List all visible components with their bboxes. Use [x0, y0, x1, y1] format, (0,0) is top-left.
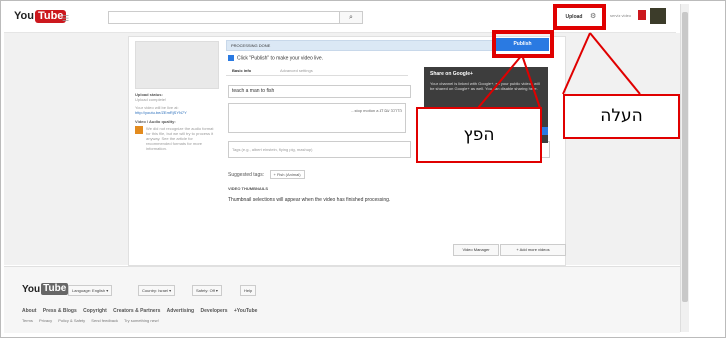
- upload-callout: העלה: [563, 94, 680, 139]
- publish-pointer-line-left: [477, 54, 523, 109]
- upload-pointer-line-right: [589, 32, 641, 95]
- upload-pointer-line-left: [562, 32, 591, 95]
- annotation-lines: [477, 32, 641, 109]
- publish-highlight-box: [492, 30, 554, 58]
- publish-callout: הפץ: [416, 107, 542, 163]
- upload-highlight-box: [553, 4, 606, 30]
- publish-pointer-line-right: [521, 54, 541, 109]
